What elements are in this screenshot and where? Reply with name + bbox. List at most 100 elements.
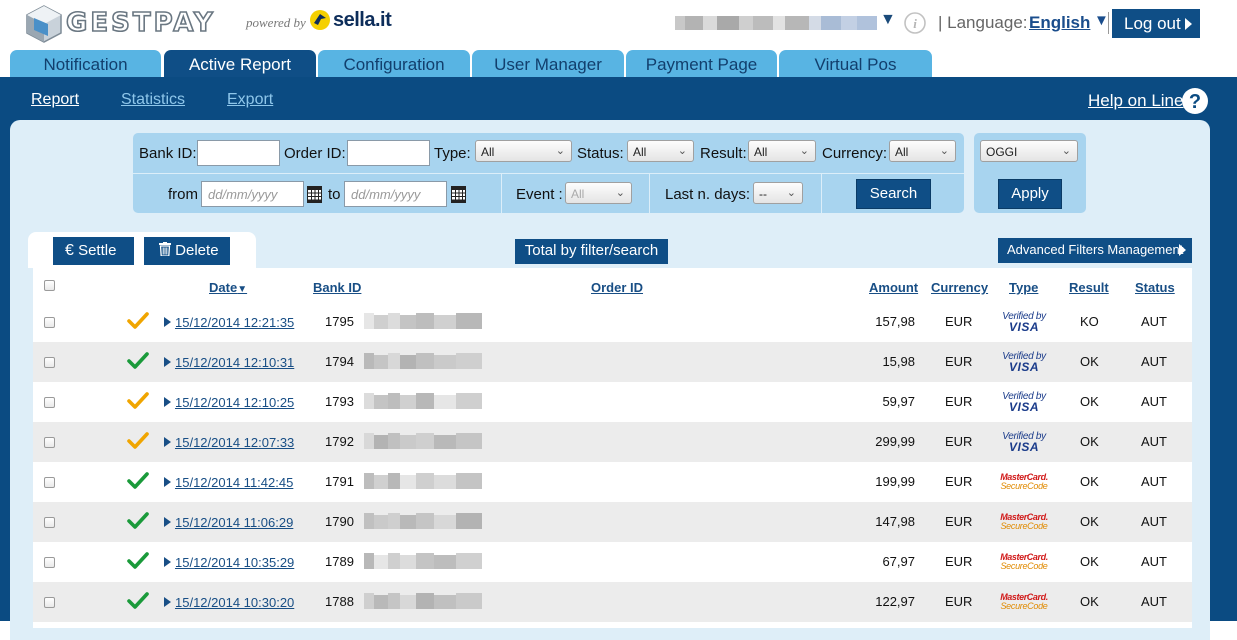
- table-row[interactable]: 15/12/2014 11:42:45 1791 199,99 EUR MasterCa…: [33, 462, 1192, 502]
- language-select[interactable]: English: [1029, 13, 1090, 33]
- total-by-filter-button[interactable]: Total by filter/search: [515, 239, 668, 264]
- result-select[interactable]: All ⌄: [748, 140, 816, 162]
- row-checkbox[interactable]: [44, 517, 55, 528]
- column-amount[interactable]: Amount: [869, 280, 918, 295]
- tab-virtual-pos[interactable]: Virtual Pos: [779, 50, 932, 77]
- header: GESTPAY powered by sella.it ▼ i | Langua…: [0, 0, 1237, 50]
- status-select-value: All: [633, 145, 647, 159]
- row-date-link[interactable]: 15/12/2014 10:35:29: [164, 555, 294, 570]
- subnav-statistics[interactable]: Statistics: [121, 91, 185, 109]
- row-date: 15/12/2014 12:10:31: [175, 355, 295, 370]
- checkmark-icon: [127, 392, 149, 409]
- column-result[interactable]: Result: [1069, 280, 1109, 295]
- row-date-link[interactable]: 15/12/2014 11:42:45: [164, 475, 293, 490]
- to-date-input[interactable]: dd/mm/yyyy: [344, 181, 447, 207]
- user-dropdown-arrow-icon[interactable]: ▼: [880, 11, 896, 29]
- tab-payment-page[interactable]: Payment Page: [626, 50, 777, 77]
- subnav-export[interactable]: Export: [227, 91, 273, 109]
- calendar-icon[interactable]: [307, 186, 322, 203]
- row-order-id-redacted: [364, 393, 482, 409]
- row-date-link[interactable]: 15/12/2014 10:30:20: [164, 595, 294, 610]
- search-button[interactable]: Search: [856, 179, 931, 209]
- tab-active-report[interactable]: Active Report: [164, 50, 316, 77]
- filter-box: Bank ID: Order ID: Type: All ⌄ Status: Al…: [133, 133, 964, 213]
- column-bank-id[interactable]: Bank ID: [313, 280, 361, 295]
- table-row[interactable]: 15/12/2014 12:10:25 1793 59,97 EUR Verified …: [33, 382, 1192, 422]
- row-date-link[interactable]: 15/12/2014 12:10:25: [164, 395, 294, 410]
- to-label: to: [328, 186, 341, 203]
- tab-configuration[interactable]: Configuration: [318, 50, 470, 77]
- row-amount: 122,97: [875, 594, 915, 609]
- select-all-checkbox[interactable]: [44, 280, 55, 291]
- row-checkbox[interactable]: [44, 437, 55, 448]
- logout-button[interactable]: Log out: [1112, 9, 1200, 38]
- chevron-down-icon: ⌄: [786, 187, 796, 199]
- tab-notification[interactable]: Notification: [10, 50, 161, 77]
- period-select[interactable]: OGGI ⌄: [980, 140, 1078, 162]
- advanced-filters-button[interactable]: Advanced Filters Management: [998, 238, 1192, 263]
- row-checkbox[interactable]: [44, 557, 55, 568]
- currency-label: Currency:: [822, 145, 888, 162]
- row-bank-id: 1795: [325, 314, 354, 329]
- type-select[interactable]: All ⌄: [475, 140, 572, 162]
- row-result: OK: [1080, 594, 1099, 609]
- row-date: 15/12/2014 12:21:35: [175, 315, 295, 330]
- row-date-link[interactable]: 15/12/2014 12:10:31: [164, 355, 294, 370]
- user-selector[interactable]: [675, 13, 877, 33]
- currency-select[interactable]: All ⌄: [889, 140, 956, 162]
- event-select[interactable]: All ⌄: [565, 182, 632, 204]
- from-date-input[interactable]: dd/mm/yyyy: [201, 181, 304, 207]
- bank-id-input[interactable]: [197, 140, 280, 166]
- last-days-select[interactable]: -- ⌄: [753, 182, 803, 204]
- language-dropdown-arrow-icon[interactable]: ▼: [1094, 12, 1109, 29]
- settle-button[interactable]: € Settle: [53, 237, 134, 265]
- row-checkbox[interactable]: [44, 477, 55, 488]
- checkmark-icon: [127, 352, 149, 369]
- subnav-report[interactable]: Report: [31, 91, 79, 109]
- row-status: AUT: [1141, 594, 1167, 609]
- type-label: Type:: [434, 145, 471, 162]
- row-status: AUT: [1141, 514, 1167, 529]
- filter-divider: [501, 174, 502, 213]
- row-checkbox[interactable]: [44, 317, 55, 328]
- row-currency: EUR: [945, 314, 973, 329]
- column-date[interactable]: Date▼: [209, 280, 247, 295]
- order-id-input[interactable]: [347, 140, 430, 166]
- order-id-label: Order ID:: [284, 145, 346, 162]
- column-status[interactable]: Status: [1135, 280, 1175, 295]
- table-row[interactable]: 15/12/2014 10:30:20 1788 122,97 EUR MasterCa…: [33, 582, 1192, 622]
- column-currency[interactable]: Currency: [931, 280, 988, 295]
- table-row[interactable]: 15/12/2014 10:35:29 1789 67,97 EUR MasterCar…: [33, 542, 1192, 582]
- calendar-icon[interactable]: [451, 186, 466, 203]
- row-checkbox[interactable]: [44, 397, 55, 408]
- apply-button[interactable]: Apply: [998, 179, 1062, 209]
- period-box: OGGI ⌄ Apply: [974, 133, 1086, 213]
- row-status: AUT: [1141, 554, 1167, 569]
- column-type[interactable]: Type: [1009, 280, 1038, 295]
- row-date-link[interactable]: 15/12/2014 12:07:33: [164, 435, 294, 450]
- help-circle-icon[interactable]: ?: [1181, 87, 1209, 115]
- row-date-link[interactable]: 15/12/2014 12:21:35: [164, 315, 294, 330]
- table-row[interactable]: 15/12/2014 11:06:29 1790 147,98 EUR MasterCa…: [33, 502, 1192, 542]
- checkmark-icon: [127, 472, 149, 489]
- row-date-link[interactable]: 15/12/2014 11:06:29: [164, 515, 293, 530]
- tab-user-manager[interactable]: User Manager: [472, 50, 624, 77]
- status-select[interactable]: All ⌄: [627, 140, 694, 162]
- row-date: 15/12/2014 11:42:45: [175, 475, 294, 490]
- info-icon[interactable]: i: [904, 12, 926, 34]
- row-checkbox[interactable]: [44, 597, 55, 608]
- delete-button[interactable]: Delete: [144, 237, 230, 265]
- table-row[interactable]: 15/12/2014 12:10:31 1794 15,98 EUR Verified …: [33, 342, 1192, 382]
- chevron-down-icon: ⌄: [799, 145, 809, 157]
- filter-divider: [821, 174, 822, 213]
- table-row[interactable]: 15/12/2014 12:21:35 1795 157,98 EUR Verified…: [33, 302, 1192, 342]
- help-on-line-link[interactable]: Help on Line: [1088, 91, 1183, 111]
- table-row[interactable]: 15/12/2014 12:07:33 1792 299,99 EUR Verified…: [33, 422, 1192, 462]
- column-order-id[interactable]: Order ID: [591, 280, 643, 295]
- chevron-down-icon: ⌄: [677, 145, 687, 157]
- row-checkbox[interactable]: [44, 357, 55, 368]
- row-bank-id: 1792: [325, 434, 354, 449]
- expand-arrow-icon: [164, 397, 171, 407]
- checkmark-icon: [127, 432, 149, 449]
- last-days-select-value: --: [759, 187, 767, 201]
